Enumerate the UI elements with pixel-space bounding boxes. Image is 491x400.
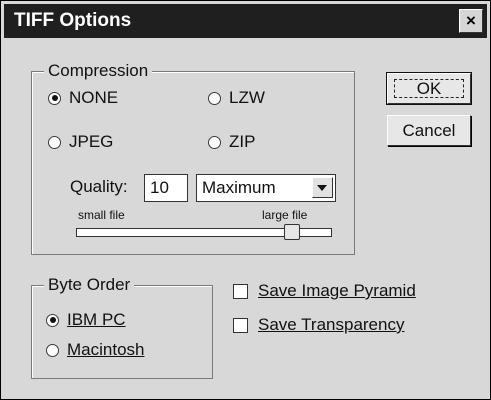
byte-order-group: Byte Order IBM PC Macintosh <box>31 275 213 379</box>
checkbox-label: Save Image Pyramid <box>258 281 416 300</box>
radio-dot <box>46 313 59 327</box>
radio-dot <box>48 135 61 149</box>
chevron-down-icon[interactable] <box>312 177 333 198</box>
radio-label: LZW <box>229 88 265 107</box>
radio-dot <box>208 91 221 105</box>
close-icon[interactable]: × <box>459 9 483 33</box>
radio-label: IBM PC <box>67 310 126 329</box>
cancel-button[interactable]: Cancel <box>387 115 471 146</box>
cancel-button-label: Cancel <box>402 121 456 140</box>
compression-group: Compression NONE LZW JPEG ZIP Quality: 1… <box>31 61 355 255</box>
radio-compression-lzw[interactable]: LZW <box>208 88 265 108</box>
radio-label: NONE <box>69 88 119 107</box>
dialog-title: TIFF Options <box>14 10 132 31</box>
title-bar: TIFF Options × <box>4 4 487 38</box>
radio-dot <box>208 135 221 149</box>
slider-min-label: small file <box>78 208 125 222</box>
quality-input[interactable]: 10 <box>144 174 188 202</box>
radio-compression-jpeg[interactable]: JPEG <box>48 132 113 152</box>
byte-order-group-label: Byte Order <box>44 275 135 295</box>
radio-label: ZIP <box>229 132 256 151</box>
radio-dot <box>46 343 59 357</box>
radio-dot <box>48 91 61 105</box>
ok-button[interactable]: OK <box>386 72 472 105</box>
tiff-options-dialog: TIFF Options × Compression NONE LZW JPEG… <box>0 0 491 400</box>
quality-preset-value: Maximum <box>202 178 276 197</box>
checkbox-box <box>233 283 248 299</box>
radio-label: JPEG <box>69 132 114 151</box>
radio-label: Macintosh <box>67 340 145 359</box>
focus-ring <box>394 79 464 98</box>
slider-max-label: large file <box>262 208 308 222</box>
quality-value: 10 <box>150 178 169 197</box>
radio-byte-order-macintosh[interactable]: Macintosh <box>46 340 144 360</box>
checkbox-label: Save Transparency <box>258 315 405 334</box>
quality-preset-select[interactable]: Maximum <box>196 174 336 202</box>
radio-byte-order-ibm-pc[interactable]: IBM PC <box>46 310 126 330</box>
checkbox-box <box>233 317 248 333</box>
quality-label: Quality: <box>70 177 128 196</box>
save-image-pyramid-checkbox[interactable]: Save Image Pyramid <box>233 281 416 301</box>
compression-group-label: Compression <box>44 61 153 81</box>
radio-compression-none[interactable]: NONE <box>48 88 118 108</box>
save-transparency-checkbox[interactable]: Save Transparency <box>233 315 404 335</box>
quality-slider-thumb[interactable] <box>284 224 300 240</box>
radio-compression-zip[interactable]: ZIP <box>208 132 255 152</box>
